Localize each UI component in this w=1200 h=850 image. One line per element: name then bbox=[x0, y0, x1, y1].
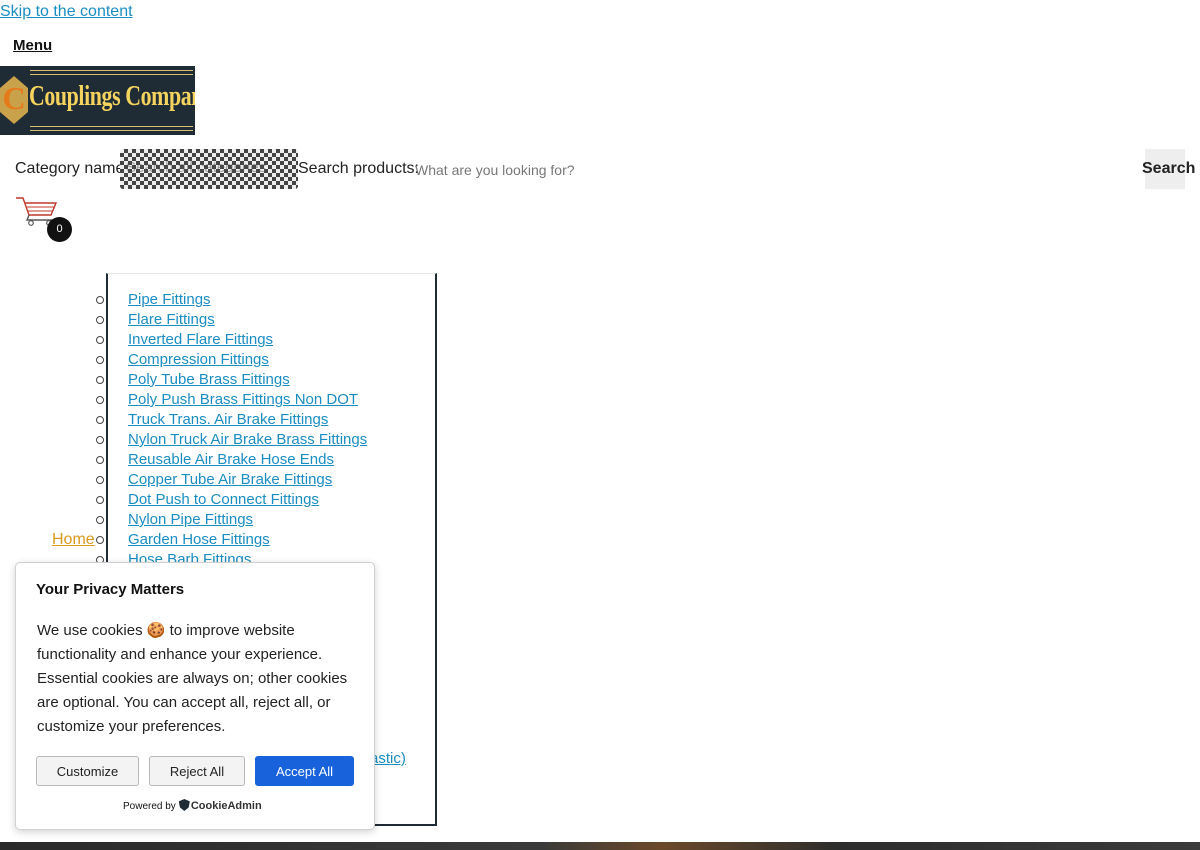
cookie-consent-banner: Your Privacy Matters We use cookies 🍪 to… bbox=[15, 562, 375, 830]
product-search-form: Category name Search all categories Sear… bbox=[15, 149, 1195, 189]
list-item: Reusable Air Brake Hose Ends bbox=[96, 450, 435, 470]
category-link[interactable]: Poly Tube Brass Fittings bbox=[128, 370, 290, 390]
search-input[interactable] bbox=[413, 153, 1117, 187]
powered-by: Powered by CookieAdmin bbox=[123, 799, 262, 812]
cookieadmin-shield-icon bbox=[178, 799, 190, 811]
logo-rule-top bbox=[30, 70, 193, 71]
list-item: Poly Push Brass Fittings Non DOT bbox=[96, 390, 435, 410]
category-link[interactable]: Copper Tube Air Brake Fittings bbox=[128, 470, 332, 490]
category-link[interactable]: Pipe Fittings bbox=[128, 290, 211, 310]
category-list: Pipe Fittings Flare Fittings Inverted Fl… bbox=[96, 290, 435, 570]
list-item: Flare Fittings bbox=[96, 310, 435, 330]
category-link[interactable]: Flare Fittings bbox=[128, 310, 215, 330]
site-logo[interactable]: C Couplings Company bbox=[0, 66, 195, 135]
bullet-icon bbox=[96, 296, 104, 304]
category-link[interactable]: Truck Trans. Air Brake Fittings bbox=[128, 410, 328, 430]
search-button[interactable]: Search bbox=[1142, 149, 1195, 189]
bullet-icon bbox=[96, 356, 104, 364]
category-link[interactable]: Poly Push Brass Fittings Non DOT bbox=[128, 390, 358, 410]
category-link[interactable]: Inverted Flare Fittings bbox=[128, 330, 273, 350]
bullet-icon bbox=[96, 536, 104, 544]
cart-count-badge: 0 bbox=[47, 217, 72, 242]
list-item: Poly Tube Brass Fittings bbox=[96, 370, 435, 390]
logo-rule-bottom-inner bbox=[30, 126, 193, 127]
hero-image-strip bbox=[0, 842, 1200, 850]
logo-emblem-letter: C bbox=[2, 80, 26, 116]
list-item: Garden Hose Fittings bbox=[96, 530, 435, 550]
list-item: Nylon Pipe Fittings bbox=[96, 510, 435, 530]
bullet-icon bbox=[96, 456, 104, 464]
logo-rule-top-inner bbox=[30, 74, 193, 75]
cookie-description: We use cookies 🍪 to improve website func… bbox=[37, 622, 348, 735]
list-item: Truck Trans. Air Brake Fittings bbox=[96, 410, 435, 430]
logo-text: Couplings Company bbox=[29, 81, 195, 112]
category-link[interactable]: Nylon Pipe Fittings bbox=[128, 510, 253, 530]
list-item: Nylon Truck Air Brake Brass Fittings bbox=[96, 430, 435, 450]
list-item: Copper Tube Air Brake Fittings bbox=[96, 470, 435, 490]
category-link-partial[interactable]: astic) bbox=[370, 750, 406, 767]
bullet-icon bbox=[96, 336, 104, 344]
bullet-icon bbox=[96, 496, 104, 504]
list-item: Dot Push to Connect Fittings bbox=[96, 490, 435, 510]
category-link[interactable]: Compression Fittings bbox=[128, 350, 269, 370]
cart-button[interactable]: 0 bbox=[15, 195, 75, 243]
category-link[interactable]: Reusable Air Brake Hose Ends bbox=[128, 450, 334, 470]
bullet-icon bbox=[96, 516, 104, 524]
category-select[interactable]: Search all categories bbox=[120, 149, 298, 189]
cookie-title: Your Privacy Matters bbox=[36, 581, 185, 598]
menu-toggle[interactable]: Menu bbox=[13, 37, 52, 54]
search-products-label: Search products: bbox=[298, 160, 419, 177]
accept-all-button[interactable]: Accept All bbox=[255, 756, 354, 786]
breadcrumb-home[interactable]: Home bbox=[52, 531, 95, 549]
skip-to-content-link[interactable]: Skip to the content bbox=[0, 3, 133, 21]
customize-button[interactable]: Customize bbox=[36, 756, 139, 786]
reject-all-button[interactable]: Reject All bbox=[149, 756, 245, 786]
powered-by-label: Powered by bbox=[123, 801, 176, 812]
category-label: Category name bbox=[15, 160, 125, 177]
bullet-icon bbox=[96, 416, 104, 424]
logo-rule-bottom bbox=[30, 130, 193, 131]
list-item: Pipe Fittings bbox=[96, 290, 435, 310]
bullet-icon bbox=[96, 396, 104, 404]
search-button-label: Search bbox=[1142, 160, 1196, 177]
bullet-icon bbox=[96, 376, 104, 384]
cookieadmin-brand: CookieAdmin bbox=[190, 800, 262, 812]
category-link[interactable]: Dot Push to Connect Fittings bbox=[128, 490, 319, 510]
category-select-value: Search all categories bbox=[126, 159, 267, 176]
list-item: Inverted Flare Fittings bbox=[96, 330, 435, 350]
category-link[interactable]: Nylon Truck Air Brake Brass Fittings bbox=[128, 430, 367, 450]
bullet-icon bbox=[96, 316, 104, 324]
bullet-icon bbox=[96, 436, 104, 444]
list-item: Compression Fittings bbox=[96, 350, 435, 370]
category-link[interactable]: Garden Hose Fittings bbox=[128, 530, 270, 550]
bullet-icon bbox=[96, 476, 104, 484]
